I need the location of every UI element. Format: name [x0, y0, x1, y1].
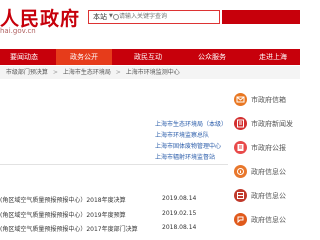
document-row[interactable]: (角区域空气质量预报预报中心）2018年度决算 2019.08.14: [0, 195, 228, 205]
breadcrumb-separator: >: [52, 69, 58, 76]
sidebar-item-label: 政府信息公: [251, 216, 286, 224]
department-link[interactable]: 上海市辐射环境监督站: [155, 152, 215, 161]
search-scope-select[interactable]: 本站: [93, 12, 107, 22]
document-title[interactable]: (角区域空气质量预报预报中心）2018年度决算: [0, 195, 126, 204]
info-icon: [234, 165, 247, 178]
sidebar-item-label: 政府信息公: [251, 192, 286, 200]
search-box: 本站 ▼: [88, 10, 220, 24]
document-row[interactable]: (角区域空气质量预报预报中心）2019年度预算 2019.02.15: [0, 210, 228, 220]
breadcrumb: 市级部门预决算 > 上海市生态环境局 > 上海市环境监测中心: [0, 66, 300, 79]
bulletin-icon: [234, 141, 247, 154]
sidebar-item-info-catalog[interactable]: 政府信息公: [230, 188, 300, 208]
breadcrumb-item[interactable]: 上海市环境监测中心: [126, 66, 180, 79]
main-nav: 要闻动态 政务公开 政民互动 公众服务 走进上海: [0, 49, 300, 65]
nav-item-interaction[interactable]: 政民互动: [120, 49, 176, 65]
sidebar-item-label: 市政府新闻发: [251, 120, 293, 128]
sidebar-item-label: 市政府信箱: [251, 96, 286, 104]
sidebar-item-bulletin[interactable]: 市政府公报: [230, 140, 300, 160]
nav-item-about-shanghai[interactable]: 走进上海: [246, 49, 300, 65]
nav-item-public-services[interactable]: 公众服务: [184, 49, 240, 65]
mailbox-icon: [234, 93, 247, 106]
document-title[interactable]: (角区域空气质量预报预报中心）2017年度部门决算: [0, 224, 138, 233]
info-catalog-icon: [234, 189, 247, 202]
breadcrumb-item[interactable]: 市级部门预决算: [6, 66, 48, 79]
site-domain: hai.gov.cn: [0, 27, 36, 35]
department-link[interactable]: 上海市固体废物管理中心: [155, 141, 221, 150]
document-date: 2018.08.14: [162, 224, 197, 231]
breadcrumb-separator: >: [115, 69, 121, 76]
department-link[interactable]: 上海市生态环境局（本级）: [155, 119, 227, 128]
section-divider: [0, 164, 228, 165]
department-link[interactable]: 上海市环境监察总队: [155, 130, 209, 139]
sidebar-item-info-request[interactable]: 政府信息公: [230, 212, 300, 232]
info-request-icon: [234, 213, 247, 226]
sidebar-item-info-disclosure[interactable]: 政府信息公: [230, 164, 300, 184]
breadcrumb-item[interactable]: 上海市生态环境局: [63, 66, 111, 79]
sidebar-item-label: 政府信息公: [251, 168, 286, 176]
sidebar-item-mailbox[interactable]: 市政府信箱: [230, 92, 300, 112]
document-title[interactable]: (角区域空气质量预报预报中心）2019年度预算: [0, 210, 126, 219]
document-date: 2019.08.14: [162, 195, 197, 202]
document-row[interactable]: (角区域空气质量预报预报中心）2017年度部门决算 2018.08.14: [0, 224, 228, 234]
nav-item-government-affairs[interactable]: 政务公开: [56, 49, 112, 65]
nav-item-news[interactable]: 要闻动态: [0, 49, 48, 65]
document-date: 2019.02.15: [162, 210, 197, 217]
news-icon: [234, 117, 247, 130]
sidebar-item-label: 市政府公报: [251, 144, 286, 152]
search-input[interactable]: [119, 12, 217, 22]
search-button[interactable]: [222, 10, 300, 24]
sidebar-item-news-release[interactable]: 市政府新闻发: [230, 116, 300, 136]
